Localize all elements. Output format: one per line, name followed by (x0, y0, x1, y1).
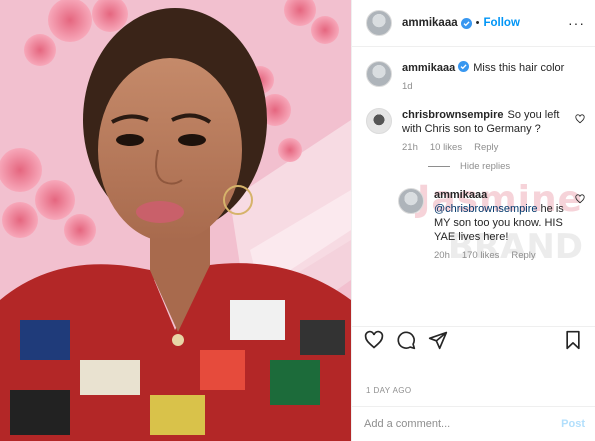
header-separator: • (475, 17, 480, 29)
comment-username[interactable]: chrisbrownsempire (402, 109, 503, 121)
add-comment-bar: Post (352, 406, 595, 441)
reply-mention[interactable]: @chrisbrownsempire (434, 203, 537, 215)
caption: ammikaaa Miss this hair color 1d (366, 61, 585, 92)
comment-icon[interactable] (396, 330, 416, 350)
hide-replies-button[interactable]: Hide replies (428, 161, 585, 172)
reply-reply-button[interactable]: Reply (511, 250, 535, 261)
reply-username[interactable]: ammikaaa (434, 189, 487, 201)
verified-badge-icon (458, 61, 470, 72)
author-username[interactable]: ammikaaa (402, 17, 458, 29)
post-comment-button[interactable]: Post (561, 418, 585, 430)
hide-replies-label: Hide replies (460, 161, 511, 172)
more-options-icon[interactable]: ··· (568, 15, 585, 31)
commenter-avatar[interactable] (366, 108, 392, 134)
post-photo[interactable] (0, 0, 351, 441)
reply-likes[interactable]: 170 likes (462, 250, 500, 261)
add-comment-input[interactable] (364, 418, 562, 430)
comment-likes[interactable]: 10 likes (430, 142, 462, 153)
photo-illustration (0, 0, 351, 441)
comment: chrisbrownsempire So you left with Chris … (366, 108, 585, 153)
verified-badge-icon (460, 17, 472, 29)
comment-reply-button[interactable]: Reply (474, 142, 498, 153)
bookmark-icon[interactable] (563, 330, 583, 350)
reply-like-heart-icon[interactable] (575, 194, 585, 204)
reply-time[interactable]: 20h (434, 250, 450, 261)
hide-replies-line (428, 166, 450, 167)
post-actions (352, 326, 595, 352)
post-side-panel: ammikaaa • Follow ··· Jasmine BRAND ammi… (351, 0, 595, 441)
comment-time[interactable]: 21h (402, 142, 418, 153)
author-avatar[interactable] (366, 10, 392, 36)
comment-like-heart-icon[interactable] (575, 114, 585, 124)
follow-button[interactable]: Follow (483, 17, 519, 29)
comments-list[interactable]: Jasmine BRAND ammikaaa Miss this hair col… (352, 47, 595, 326)
post-header: ammikaaa • Follow ··· (352, 0, 595, 47)
share-icon[interactable] (428, 330, 448, 350)
caption-time[interactable]: 1d (402, 81, 413, 92)
post-timestamp[interactable]: 1 DAY AGO (366, 386, 412, 395)
reply-avatar[interactable] (398, 188, 424, 214)
heart-icon[interactable] (364, 330, 384, 350)
caption-text: Miss this hair color (473, 62, 565, 74)
caption-username[interactable]: ammikaaa (402, 62, 455, 74)
reply: ammikaaa @chrisbrownsempire he is MY son… (398, 188, 585, 261)
caption-avatar[interactable] (366, 61, 392, 87)
